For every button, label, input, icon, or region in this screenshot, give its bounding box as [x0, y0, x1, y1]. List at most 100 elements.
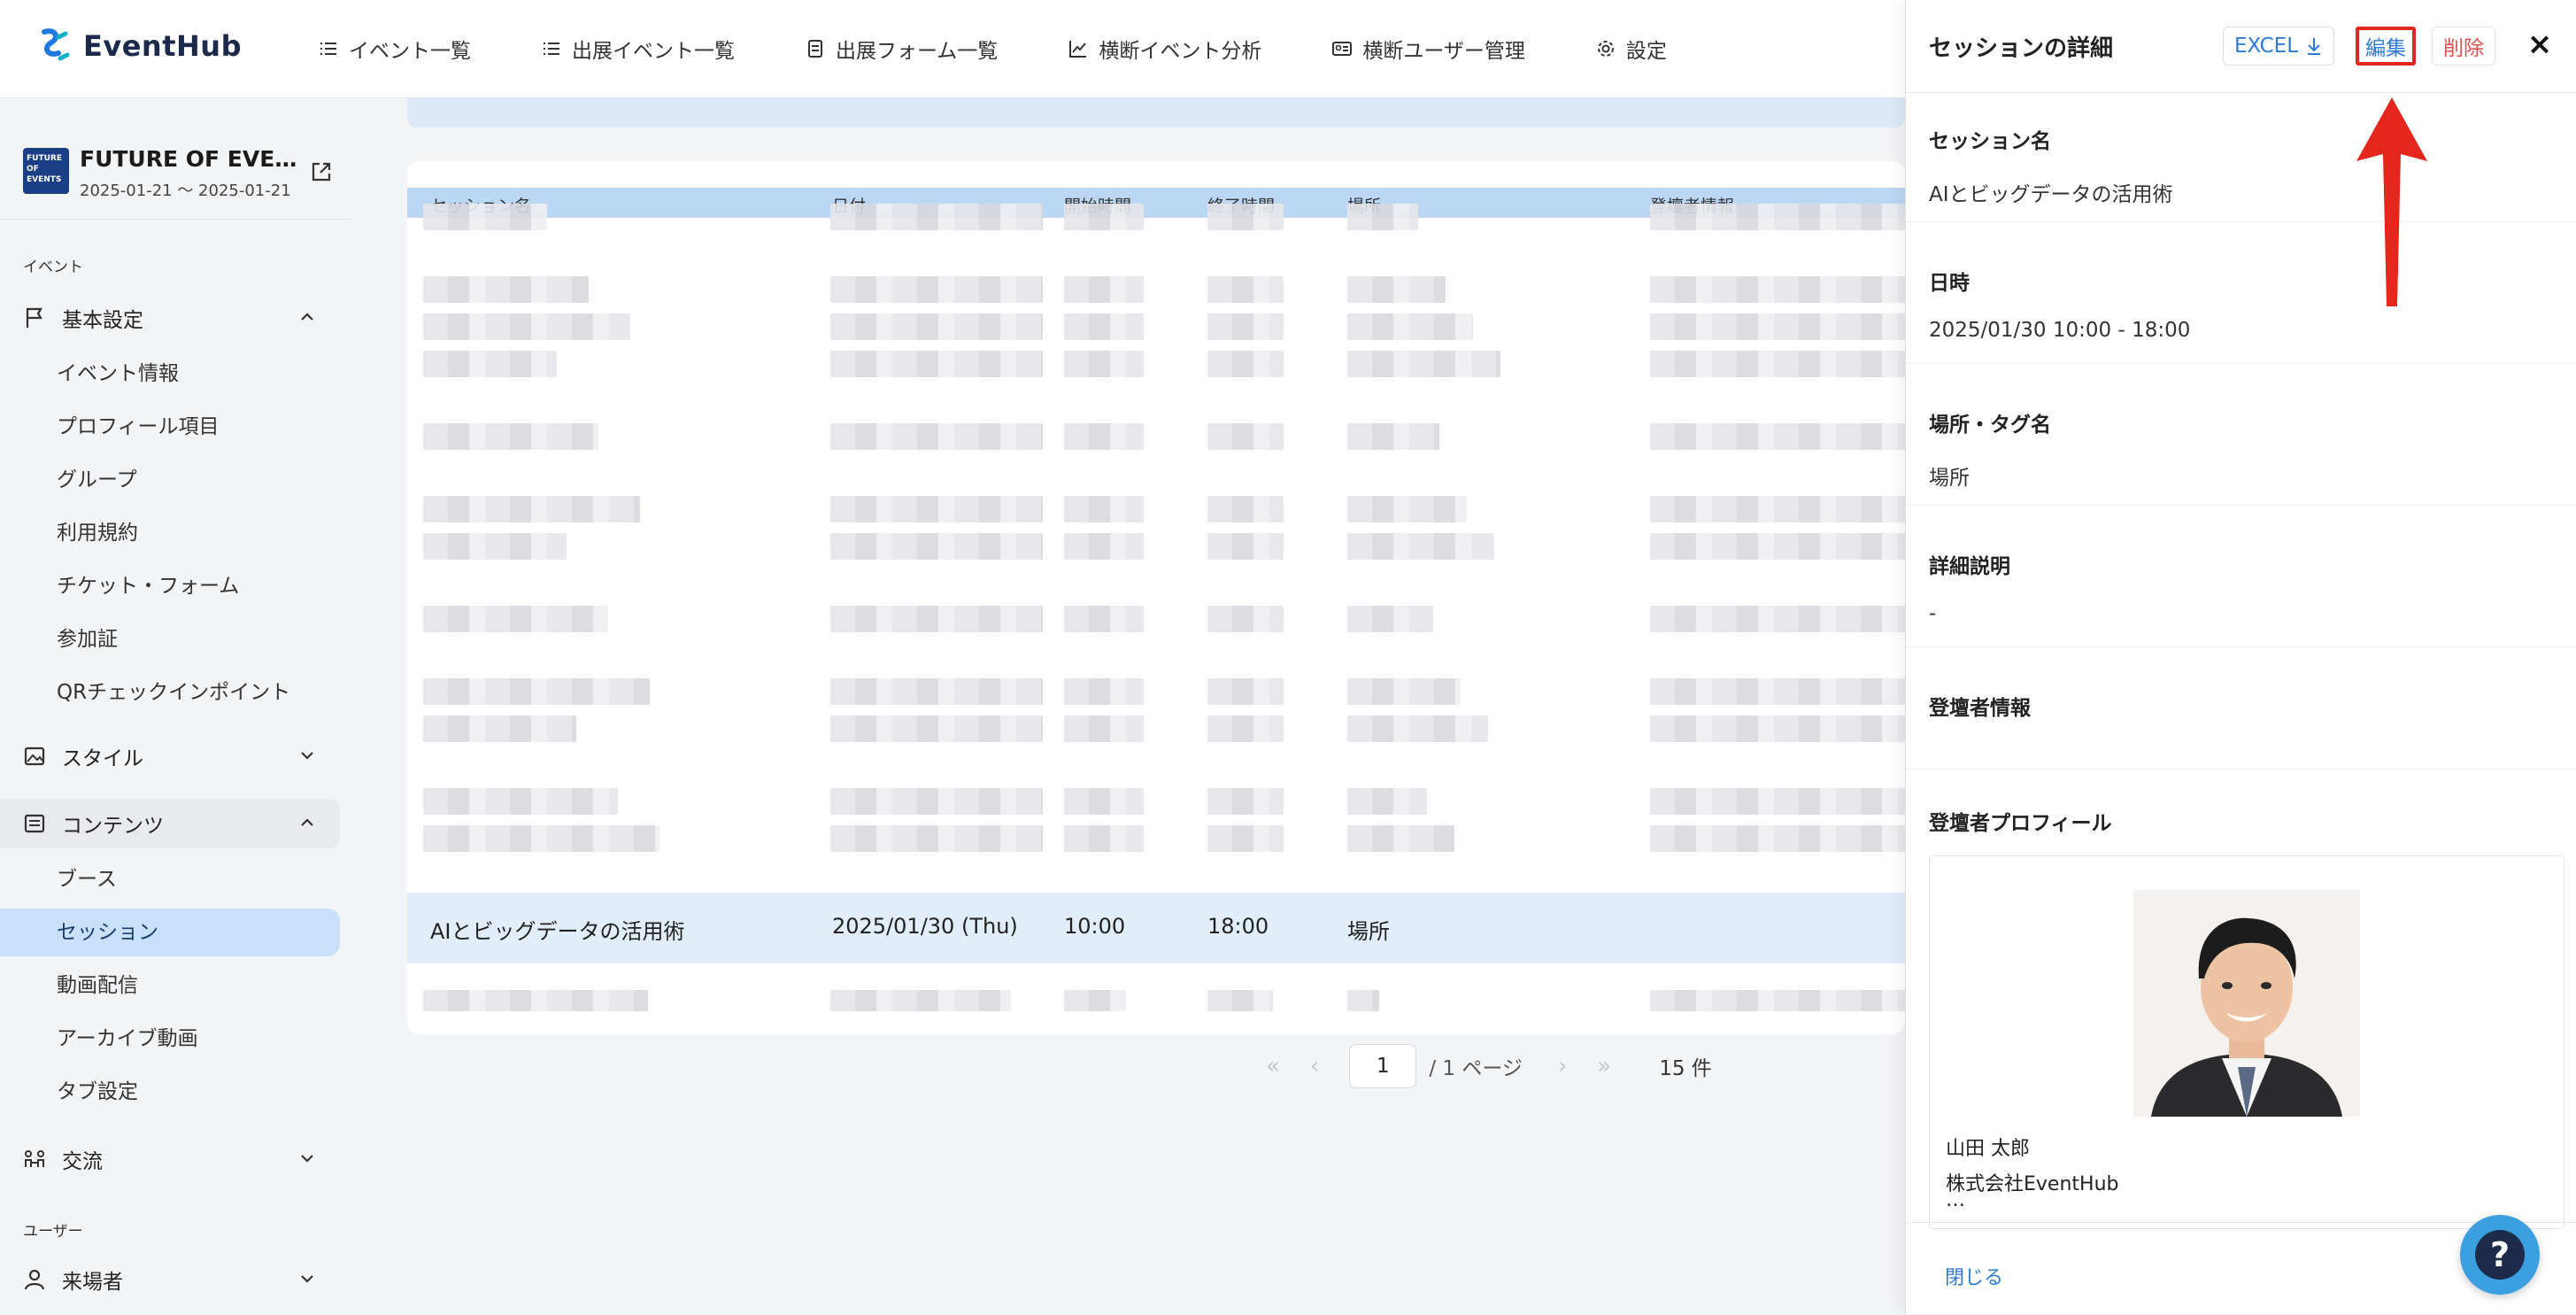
nav-cross-user-management[interactable]: 横断ユーザー管理 [1332, 34, 1525, 64]
prev-page-icon[interactable]: ‹ [1310, 1053, 1319, 1079]
blurred-cell [1064, 313, 1144, 340]
field-label: 詳細説明 [1929, 555, 2010, 578]
last-page-icon[interactable]: » [1597, 1053, 1611, 1079]
blurred-cell [1347, 204, 1418, 230]
sidebar-item-profile-fields[interactable]: プロフィール項目 [57, 403, 220, 451]
image-icon [24, 746, 45, 766]
blurred-cell [1347, 313, 1473, 340]
cell-start: 10:00 [1064, 914, 1126, 939]
blurred-cell [1207, 496, 1284, 522]
table-row[interactable] [407, 963, 1905, 1034]
sidebar-item-streaming[interactable]: 動画配信 [57, 962, 138, 1009]
blurred-cell [423, 533, 567, 560]
sidebar-divider [0, 219, 351, 220]
external-link-icon[interactable] [310, 160, 333, 183]
nav-exhibit-form-list[interactable]: 出展フォーム一覧 [806, 34, 998, 64]
id-card-icon [1332, 42, 1353, 56]
blurred-cell [1064, 276, 1144, 303]
drawer-header: セッションの詳細 EXCEL 編集 削除 × [1906, 0, 2576, 93]
sidebar-item-event-info[interactable]: イベント情報 [57, 350, 179, 398]
eventhub-logo[interactable]: EventHub [35, 27, 242, 66]
table-row[interactable] [407, 414, 1905, 459]
section-title-user: ユーザー [23, 1223, 83, 1241]
nav-exhibit-event-list[interactable]: 出展イベント一覧 [542, 34, 735, 64]
table-row[interactable] [407, 342, 1905, 386]
result-count: 15 件 [1659, 1057, 1712, 1080]
blurred-cell [1207, 678, 1284, 705]
sidebar-group-basic[interactable]: 基本設定 [23, 293, 340, 343]
blurred-cell [423, 276, 589, 303]
form-icon [808, 40, 822, 58]
first-page-icon[interactable]: « [1266, 1053, 1280, 1079]
drawer-title: セッションの詳細 [1929, 35, 2114, 62]
sidebar-item-archive[interactable]: アーカイブ動画 [57, 1015, 198, 1063]
blurred-cell [1347, 423, 1439, 450]
sidebar-group-visitors[interactable]: 来場者 [23, 1255, 340, 1304]
sidebar-group-exchange[interactable]: 交流 [23, 1134, 340, 1184]
blurred-cell [1347, 276, 1446, 303]
blurred-cell [830, 423, 1043, 450]
blurred-cell [1650, 788, 1905, 815]
table-row[interactable] [407, 524, 1905, 569]
blurred-cell [1347, 825, 1454, 852]
page-input[interactable]: 1 [1349, 1044, 1417, 1088]
field-label: 日時 [1929, 272, 1970, 295]
blurred-cell [423, 496, 640, 522]
sidebar-item-terms[interactable]: 利用規約 [57, 509, 138, 557]
help-button[interactable]: ? [2460, 1215, 2540, 1295]
field-divider [1906, 505, 2576, 506]
blurred-cell [1650, 423, 1905, 450]
drawer-close-link[interactable]: 閉じる [1945, 1262, 2003, 1290]
table-row-selected[interactable]: AIとビッグデータの活用術 2025/01/30 (Thu) 10:00 18:… [407, 893, 1905, 963]
sidebar-item-badge[interactable]: 参加証 [57, 615, 118, 663]
table-row[interactable] [407, 707, 1905, 751]
blurred-cell [1064, 533, 1144, 560]
blurred-cell [1347, 606, 1433, 632]
blurred-cell [1207, 313, 1284, 340]
nav-settings[interactable]: 設定 [1596, 34, 1667, 64]
table-row[interactable] [407, 195, 1905, 239]
nav-cross-event-analysis[interactable]: 横断イベント分析 [1068, 34, 1261, 64]
field-session-name: セッション名 AIとビッグデータの活用術 [1929, 124, 2554, 207]
chart-icon [1069, 41, 1087, 58]
nav-event-list[interactable]: イベント一覧 [319, 34, 471, 64]
blurred-cell [1207, 606, 1284, 632]
sidebar-item-tickets[interactable]: チケット・フォーム [57, 562, 239, 610]
sidebar-item-booth[interactable]: ブース [57, 855, 117, 903]
excel-export-button[interactable]: EXCEL [2223, 27, 2334, 66]
event-name: FUTURE OF EVEN… [80, 146, 301, 172]
sidebar-item-session[interactable]: セッション [0, 909, 340, 956]
table-row[interactable] [407, 816, 1905, 861]
delete-button[interactable]: 削除 [2432, 27, 2495, 66]
blurred-cell [830, 204, 1043, 230]
annotation-arrow-icon [2356, 97, 2427, 306]
session-table: セッション名 日付 開始時間 終了時間 場所 登壇者情報 AIとビッグデータの活… [407, 161, 1905, 1034]
sidebar-item-tab-settings[interactable]: タブ設定 [57, 1068, 138, 1116]
section-title-event: イベント [23, 259, 83, 276]
field-datetime: 日時 2025/01/30 10:00 - 18:00 [1929, 266, 2554, 342]
sidebar-group-style[interactable]: スタイル [23, 731, 340, 781]
nav-label: 出展イベント一覧 [572, 40, 735, 63]
blurred-cell [1064, 678, 1144, 705]
logo-text: EventHub [83, 29, 242, 63]
blurred-cell [1064, 825, 1144, 852]
field-label: 登壇者プロフィール [1929, 812, 2112, 835]
edit-button[interactable]: 編集 [2356, 27, 2416, 66]
close-icon[interactable]: × [2524, 27, 2556, 62]
flag-icon [26, 307, 42, 328]
table-row[interactable] [407, 597, 1905, 641]
sidebar-item-groups[interactable]: グループ [57, 456, 137, 504]
blurred-cell [1347, 496, 1467, 522]
blurred-cell [1650, 825, 1905, 852]
chevron-up-icon [301, 313, 313, 321]
sidebar-group-label: 交流 [62, 1150, 103, 1173]
blurred-cell [1650, 496, 1905, 522]
blurred-cell [1064, 423, 1144, 450]
cell-place: 場所 [1347, 919, 1390, 944]
sidebar-item-qr-checkin[interactable]: QRチェックインポイント [57, 669, 290, 716]
next-page-icon[interactable]: › [1558, 1053, 1567, 1079]
sidebar-group-contents[interactable]: コンテンツ [0, 799, 340, 848]
excel-label: EXCEL [2233, 35, 2299, 58]
cell-end: 18:00 [1207, 914, 1269, 939]
current-event-card: FUTURE OF EVENTS FUTURE OF EVEN… 2025-01… [23, 137, 351, 208]
